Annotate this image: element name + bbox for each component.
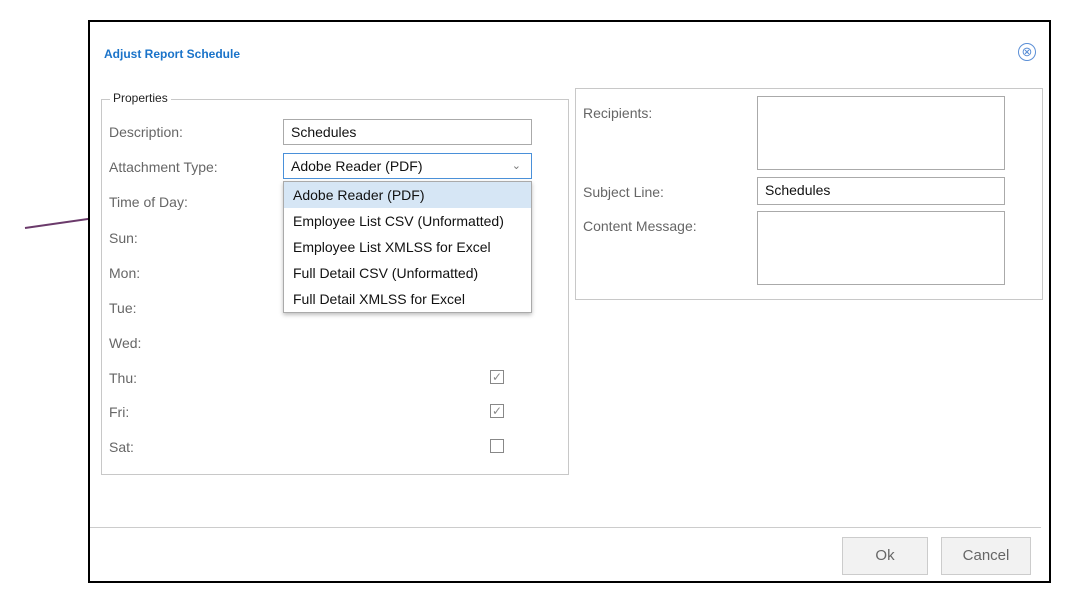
- subject-line-label: Subject Line:: [583, 184, 664, 200]
- checkmark-icon: ✓: [491, 370, 503, 384]
- attachment-type-dropdown: Adobe Reader (PDF) Employee List CSV (Un…: [283, 181, 532, 313]
- day-label-sat: Sat:: [109, 439, 134, 455]
- content-message-textarea[interactable]: [757, 211, 1005, 285]
- dropdown-option[interactable]: Full Detail XMLSS for Excel: [284, 286, 531, 312]
- sat-checkbox[interactable]: [490, 439, 504, 453]
- day-label-wed: Wed:: [109, 335, 142, 351]
- day-label-mon: Mon:: [109, 265, 141, 281]
- properties-legend: Properties: [110, 91, 171, 105]
- adjust-report-schedule-dialog: Adjust Report Schedule ⊗ Properties Desc…: [88, 20, 1051, 583]
- dropdown-option[interactable]: Adobe Reader (PDF): [284, 182, 531, 208]
- ok-button[interactable]: Ok: [842, 537, 928, 575]
- time-of-day-label: Time of Day:: [109, 194, 188, 210]
- recipients-textarea[interactable]: [757, 96, 1005, 170]
- recipients-label: Recipients:: [583, 105, 653, 121]
- footer-divider: [90, 527, 1041, 528]
- description-input[interactable]: Schedules: [283, 119, 532, 145]
- day-label-sun: Sun:: [109, 230, 138, 246]
- day-label-fri: Fri:: [109, 404, 130, 420]
- thu-checkbox[interactable]: ✓: [490, 370, 504, 384]
- dropdown-option[interactable]: Full Detail CSV (Unformatted): [284, 260, 531, 286]
- content-message-label: Content Message:: [583, 218, 697, 234]
- subject-line-input[interactable]: Schedules: [757, 177, 1005, 205]
- attachment-type-label: Attachment Type:: [109, 159, 218, 175]
- attachment-type-value: Adobe Reader (PDF): [291, 158, 423, 174]
- dialog-title: Adjust Report Schedule: [104, 47, 241, 61]
- attachment-type-select[interactable]: Adobe Reader (PDF) ⌄: [283, 153, 532, 179]
- dropdown-option[interactable]: Employee List CSV (Unformatted): [284, 208, 531, 234]
- cancel-button[interactable]: Cancel: [941, 537, 1031, 575]
- close-icon[interactable]: ⊗: [1018, 43, 1036, 61]
- dropdown-option[interactable]: Employee List XMLSS for Excel: [284, 234, 531, 260]
- checkmark-icon: ✓: [491, 404, 503, 418]
- day-label-tue: Tue:: [109, 300, 137, 316]
- description-label: Description:: [109, 124, 183, 140]
- chevron-down-icon[interactable]: ⌄: [512, 154, 521, 178]
- day-label-thu: Thu:: [109, 370, 138, 386]
- fri-checkbox[interactable]: ✓: [490, 404, 504, 418]
